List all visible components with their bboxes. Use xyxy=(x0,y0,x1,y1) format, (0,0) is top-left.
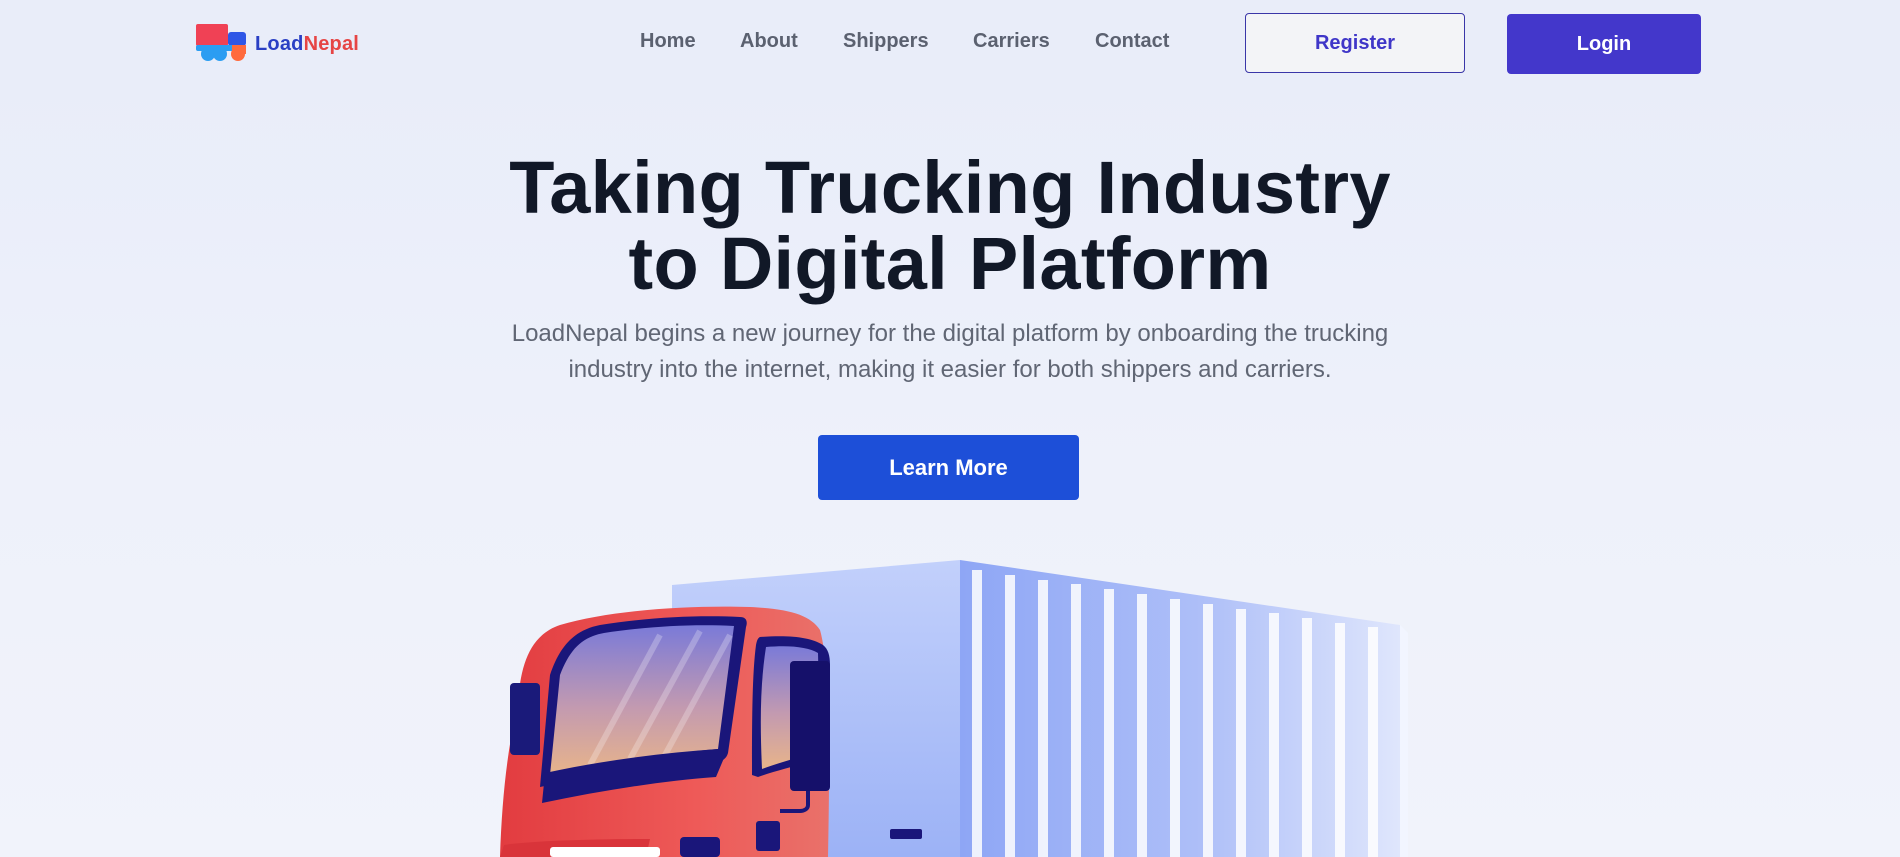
nav-link-contact[interactable]: Contact xyxy=(1095,30,1169,53)
truck-logo-icon xyxy=(196,24,246,61)
brand-name-load: Load xyxy=(255,32,304,55)
brand-name: LoadNepal xyxy=(255,33,359,56)
login-button[interactable]: Login xyxy=(1507,14,1701,74)
hero-subtitle: LoadNepal begins a new journey for the d… xyxy=(450,316,1450,388)
brand-name-nepal: Nepal xyxy=(303,32,360,55)
brand-logo[interactable]: LoadNepal xyxy=(196,23,376,65)
hero-title-line-2: to Digital Platform xyxy=(628,222,1272,305)
red-truck-illustration xyxy=(500,560,1408,857)
learn-more-button[interactable]: Learn More xyxy=(818,435,1079,500)
nav-link-carriers[interactable]: Carriers xyxy=(973,30,1050,53)
nav-link-shippers[interactable]: Shippers xyxy=(843,30,929,53)
hero-subtitle-line-2: industry into the internet, making it ea… xyxy=(568,356,1332,383)
top-navbar: LoadNepal Home About Shippers Carriers C… xyxy=(0,0,1900,88)
nav-link-home[interactable]: Home xyxy=(640,30,696,53)
hero-title-line-1: Taking Trucking Industry xyxy=(509,146,1391,229)
nav-link-about[interactable]: About xyxy=(740,30,798,53)
register-button[interactable]: Register xyxy=(1245,13,1465,73)
hero-subtitle-line-1: LoadNepal begins a new journey for the d… xyxy=(511,320,1389,347)
hero-title: Taking Trucking Industry to Digital Plat… xyxy=(350,150,1550,302)
